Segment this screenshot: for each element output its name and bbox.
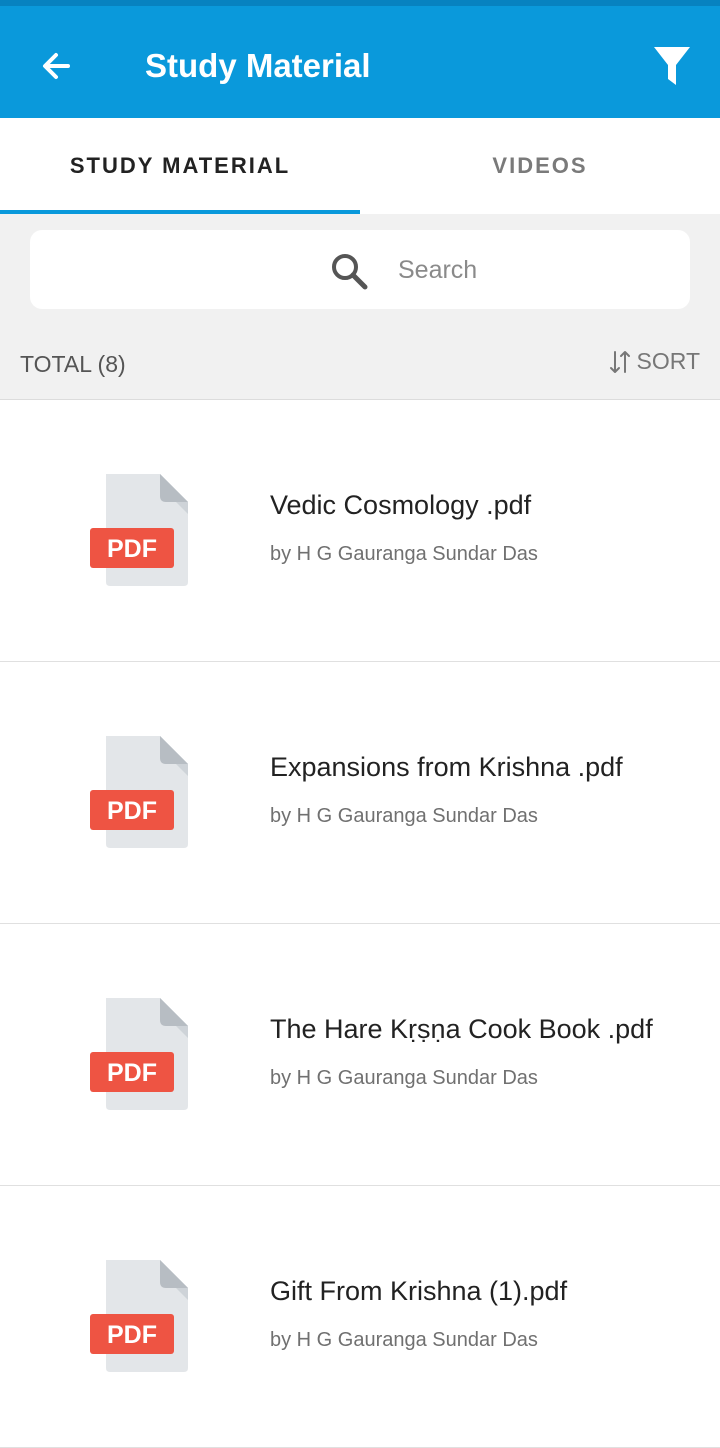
study-material-list: PDF Vedic Cosmology .pdf by H G Gauranga…: [0, 400, 720, 1448]
pdf-badge-label: PDF: [107, 1321, 157, 1349]
app-bar: Study Material: [0, 0, 720, 118]
back-button[interactable]: [30, 40, 82, 92]
list-header: Search TOTAL (8) SORT: [0, 214, 720, 400]
search-icon: [332, 254, 368, 290]
search-input[interactable]: Search: [30, 230, 690, 309]
list-item[interactable]: PDF Gift From Krishna (1).pdf by H G Gau…: [0, 1186, 720, 1448]
item-author: by H G Gauranga Sundar Das: [270, 543, 538, 565]
item-author: by H G Gauranga Sundar Das: [270, 1067, 538, 1089]
pdf-file-icon: PDF: [90, 1260, 188, 1372]
sort-button[interactable]: SORT: [609, 348, 700, 375]
pdf-badge-label: PDF: [107, 797, 157, 825]
page-title: Study Material: [145, 47, 371, 84]
pdf-file-icon: PDF: [90, 474, 188, 586]
item-author: by H G Gauranga Sundar Das: [270, 805, 538, 827]
arrow-left-icon: [43, 53, 70, 79]
item-author: by H G Gauranga Sundar Das: [270, 1329, 538, 1351]
item-title: Expansions from Krishna .pdf: [270, 752, 623, 782]
total-count: TOTAL (8): [20, 351, 126, 377]
item-title: Vedic Cosmology .pdf: [270, 490, 532, 520]
sort-label: SORT: [636, 348, 700, 374]
filter-funnel-icon: [654, 47, 690, 85]
sort-arrows-icon: [609, 350, 630, 373]
filter-button[interactable]: [646, 40, 698, 92]
tab-study-material[interactable]: STUDY MATERIAL: [0, 118, 360, 214]
pdf-file-icon: PDF: [90, 736, 188, 848]
list-item[interactable]: PDF The Hare Kṛṣṇa Cook Book .pdf by H G…: [0, 924, 720, 1186]
item-title: Gift From Krishna (1).pdf: [270, 1276, 568, 1306]
pdf-file-icon: PDF: [90, 998, 188, 1110]
tab-bar: STUDY MATERIAL VIDEOS: [0, 118, 720, 214]
list-item[interactable]: PDF Vedic Cosmology .pdf by H G Gauranga…: [0, 400, 720, 662]
search-placeholder: Search: [398, 256, 478, 284]
item-title: The Hare Kṛṣṇa Cook Book .pdf: [270, 1014, 653, 1044]
pdf-badge-label: PDF: [107, 535, 157, 563]
pdf-badge-label: PDF: [107, 1059, 157, 1087]
tab-videos[interactable]: VIDEOS: [360, 118, 720, 214]
list-item[interactable]: PDF Expansions from Krishna .pdf by H G …: [0, 662, 720, 924]
